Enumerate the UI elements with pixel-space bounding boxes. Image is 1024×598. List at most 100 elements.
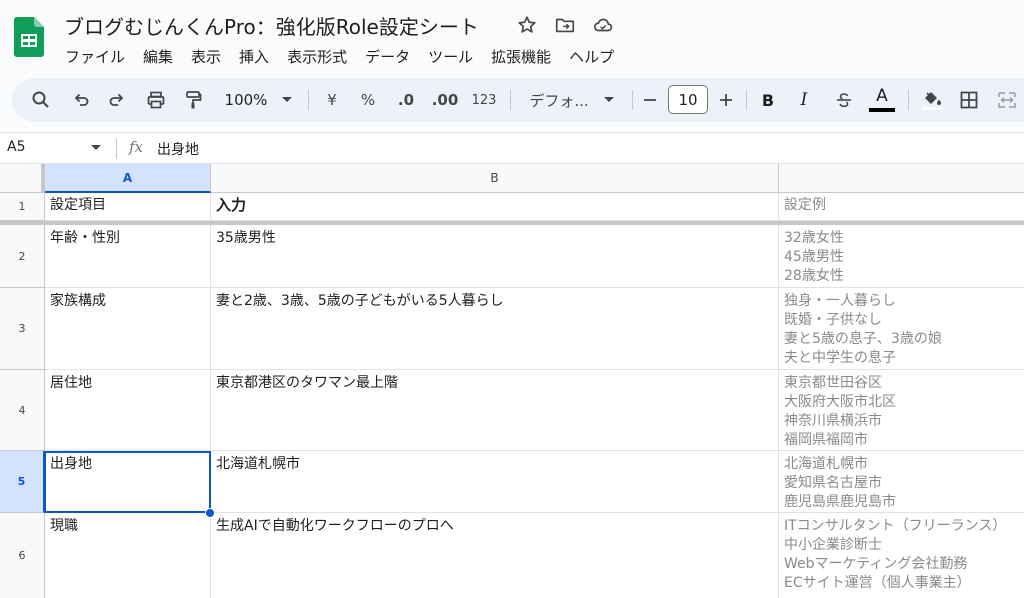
frozen-row-divider[interactable] [0, 221, 1024, 225]
font-select[interactable]: デフォ... [524, 78, 594, 122]
sheets-logo-icon[interactable] [14, 17, 44, 57]
font-dropdown-arrow[interactable] [602, 78, 616, 122]
cell-b5[interactable]: 北海道札幌市 [211, 451, 779, 513]
dropdown-arrow-icon[interactable] [91, 145, 101, 151]
zoom-dropdown-arrow[interactable] [280, 78, 294, 122]
row-header-5[interactable]: 5 [0, 451, 45, 513]
menu-file[interactable]: ファイル [56, 44, 134, 68]
cell-b4[interactable]: 東京都港区のタワマン最上階 [211, 370, 779, 451]
cell-c6[interactable]: ITコンサルタント（フリーランス） 中小企業診断士 Webマーケティング会社勤務 EC… [779, 513, 1024, 598]
example-line: 神奈川県横浜市 [784, 413, 882, 429]
menu-data[interactable]: データ [356, 44, 419, 68]
fill-handle[interactable] [205, 508, 215, 518]
row-header-3[interactable]: 3 [0, 288, 45, 370]
cell-b6[interactable]: 生成AIで自動化ワークフローのプロへ [211, 513, 779, 598]
row-header-2[interactable]: 2 [0, 225, 45, 288]
cell-a5[interactable]: 出身地 [45, 451, 211, 513]
paint-format-button[interactable] [182, 78, 204, 122]
row-header-1[interactable]: 1 [0, 193, 45, 221]
cell-b1[interactable]: 入力 [211, 193, 779, 221]
example-line: ITコンサルタント（フリーランス） [784, 518, 1007, 534]
redo-icon [109, 93, 124, 106]
select-all-corner[interactable] [0, 164, 45, 193]
bold-button[interactable]: B [760, 78, 776, 122]
search-menus-button[interactable] [30, 78, 52, 122]
strikethrough-button[interactable] [834, 78, 854, 122]
name-box[interactable]: A5 [7, 139, 25, 155]
column-header-b[interactable]: B [211, 164, 779, 193]
bold-label: B [761, 90, 775, 110]
app-header: ブログむじんくんPro：強化版Role設定シート ファイル 編集 表示 挿入 表… [0, 0, 1024, 72]
sheet-grid: A B 1 設定項目 入力 設定例 2 年齢・性別 35歳男性 32歳女性 45歳男性 28歳女性… [0, 164, 1024, 598]
menu-extensions[interactable]: 拡張機能 [482, 44, 560, 68]
toolbar-divider [510, 90, 511, 110]
cell-b2[interactable]: 35歳男性 [211, 225, 779, 288]
percent-format-button[interactable]: % [358, 78, 378, 122]
cell-c3[interactable]: 独身・一人暮らし 既婚・子供なし 妻と5歳の息子、3歳の娘 夫と中学生の息子 [779, 288, 1024, 370]
decrease-decimal-label: .0 [397, 91, 415, 109]
cell-b3[interactable]: 妻と2歳、3歳、5歳の子どもがいる5人暮らし [211, 288, 779, 370]
cell-a1[interactable]: 設定項目 [45, 193, 211, 221]
formula-input[interactable]: 出身地 [157, 139, 199, 159]
print-button[interactable] [144, 78, 168, 122]
zoom-value: 100% [224, 91, 268, 109]
decrease-font-size-button[interactable] [642, 78, 658, 122]
zoom-select[interactable]: 100% [222, 78, 270, 122]
example-line: 中小企業診断士 [784, 537, 882, 553]
undo-button[interactable] [70, 78, 92, 122]
fill-color-button[interactable] [920, 78, 944, 122]
example-line: 北海道札幌市 [784, 456, 868, 472]
decrease-decimal-button[interactable]: .0 [394, 78, 418, 122]
borders-icon [960, 91, 978, 109]
cell-a4[interactable]: 居住地 [45, 370, 211, 451]
menu-insert[interactable]: 挿入 [230, 44, 278, 68]
cell-c2[interactable]: 32歳女性 45歳男性 28歳女性 [779, 225, 1024, 288]
cell-a2[interactable]: 年齢・性別 [45, 225, 211, 288]
move-to-folder-icon[interactable] [554, 14, 576, 36]
cell-a3[interactable]: 家族構成 [45, 288, 211, 370]
cell-c5[interactable]: 北海道札幌市 愛知県名古屋市 鹿児島県鹿児島市 [779, 451, 1024, 513]
borders-button[interactable] [958, 78, 980, 122]
merge-cells-icon [998, 92, 1016, 108]
example-line: 鹿児島県鹿児島市 [784, 494, 896, 510]
menu-view[interactable]: 表示 [182, 44, 230, 68]
cell-c4[interactable]: 東京都世田谷区 大阪府大阪市北区 神奈川県横浜市 福岡県福岡市 [779, 370, 1024, 451]
menu-format[interactable]: 表示形式 [278, 44, 356, 68]
increase-font-size-button[interactable] [718, 78, 734, 122]
font-size-input[interactable]: 10 [668, 85, 708, 114]
star-icon[interactable] [516, 14, 538, 36]
menu-edit[interactable]: 編集 [134, 44, 182, 68]
fx-icon: fx [129, 138, 144, 156]
row-header-6[interactable]: 6 [0, 513, 45, 598]
example-line: 45歳男性 [784, 249, 844, 265]
cell-c1[interactable]: 設定例 [779, 193, 1024, 221]
text-color-button[interactable]: A [868, 78, 896, 122]
cell-a6[interactable]: 現職 [45, 513, 211, 598]
redo-button[interactable] [106, 78, 128, 122]
strikethrough-icon [837, 93, 851, 108]
example-line: Webマーケティング会社勤務 [784, 556, 968, 572]
column-header-a[interactable]: A [45, 164, 211, 193]
increase-decimal-button[interactable]: .00 [430, 78, 460, 122]
document-title[interactable]: ブログむじんくんPro：強化版Role設定シート [64, 11, 479, 40]
menu-tools[interactable]: ツール [419, 44, 482, 68]
formula-bar: A5 fx 出身地 [0, 132, 1024, 164]
more-formats-button[interactable]: 123 [470, 78, 498, 122]
currency-format-button[interactable]: ¥ [324, 78, 340, 122]
minus-icon [644, 99, 656, 101]
italic-button[interactable]: I [796, 78, 812, 122]
print-icon [147, 91, 165, 109]
italic-label: I [800, 90, 808, 110]
number-format-label: 123 [471, 92, 497, 108]
row-header-4[interactable]: 4 [0, 370, 45, 451]
toolbar: 100% ¥ % .0 .00 123 デフォ... 10 B I A [12, 78, 1024, 122]
merge-cells-button[interactable] [996, 78, 1018, 122]
example-line: ECサイト運営（個人事業主） [784, 575, 971, 591]
font-name: デフォ... [529, 91, 589, 110]
spreadsheet-app: ブログむじんくんPro：強化版Role設定シート ファイル 編集 表示 挿入 表… [0, 0, 1024, 598]
cloud-saved-icon[interactable] [592, 14, 614, 36]
column-header-c[interactable] [779, 164, 1024, 193]
example-line: 28歳女性 [784, 268, 844, 284]
menu-help[interactable]: ヘルプ [560, 44, 623, 68]
menu-bar: ファイル 編集 表示 挿入 表示形式 データ ツール 拡張機能 ヘルプ [56, 44, 623, 68]
